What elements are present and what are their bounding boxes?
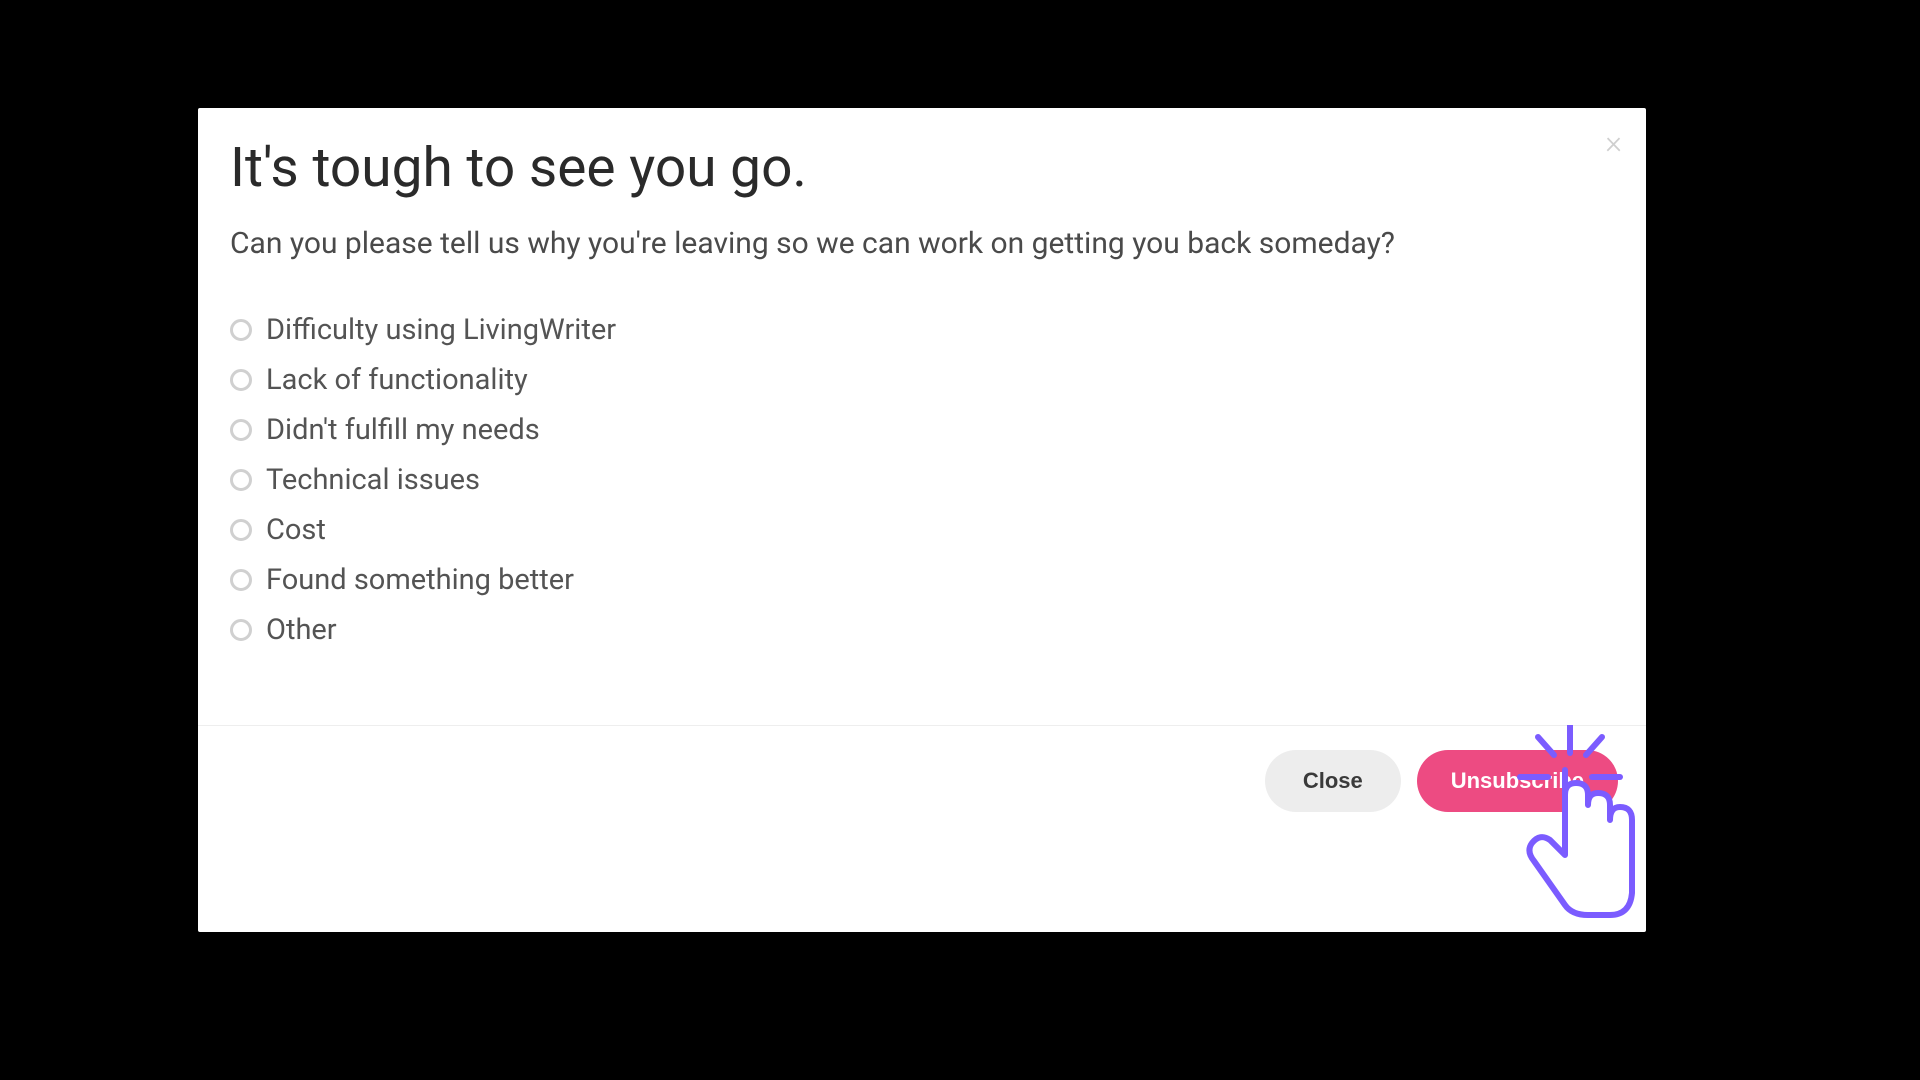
reason-option[interactable]: Found something better: [230, 563, 1614, 597]
radio-icon: [230, 319, 252, 341]
radio-icon: [230, 369, 252, 391]
reason-label: Other: [266, 613, 337, 647]
reason-label: Difficulty using LivingWriter: [266, 313, 616, 347]
reason-label: Lack of functionality: [266, 363, 528, 397]
modal-body: Can you please tell us why you're leavin…: [198, 200, 1646, 725]
modal-title: It's tough to see you go.: [230, 136, 1614, 200]
unsubscribe-modal: It's tough to see you go. × Can you plea…: [198, 108, 1646, 932]
modal-subtitle: Can you please tell us why you're leavin…: [230, 224, 1614, 265]
radio-icon: [230, 419, 252, 441]
reason-label: Didn't fulfill my needs: [266, 413, 540, 447]
reason-option[interactable]: Lack of functionality: [230, 363, 1614, 397]
reason-option[interactable]: Difficulty using LivingWriter: [230, 313, 1614, 347]
reason-option[interactable]: Didn't fulfill my needs: [230, 413, 1614, 447]
radio-icon: [230, 569, 252, 591]
radio-icon: [230, 469, 252, 491]
close-button[interactable]: Close: [1265, 750, 1401, 812]
modal-header: It's tough to see you go. ×: [198, 108, 1646, 200]
radio-icon: [230, 619, 252, 641]
reason-label: Cost: [266, 513, 326, 547]
reason-option[interactable]: Other: [230, 613, 1614, 647]
reason-option[interactable]: Technical issues: [230, 463, 1614, 497]
close-icon[interactable]: ×: [1605, 126, 1622, 158]
radio-icon: [230, 519, 252, 541]
modal-footer: Close Unsubscribe: [198, 725, 1646, 932]
reason-option-list: Difficulty using LivingWriter Lack of fu…: [230, 313, 1614, 647]
reason-label: Found something better: [266, 563, 574, 597]
reason-option[interactable]: Cost: [230, 513, 1614, 547]
reason-label: Technical issues: [266, 463, 480, 497]
unsubscribe-button[interactable]: Unsubscribe: [1417, 750, 1618, 812]
